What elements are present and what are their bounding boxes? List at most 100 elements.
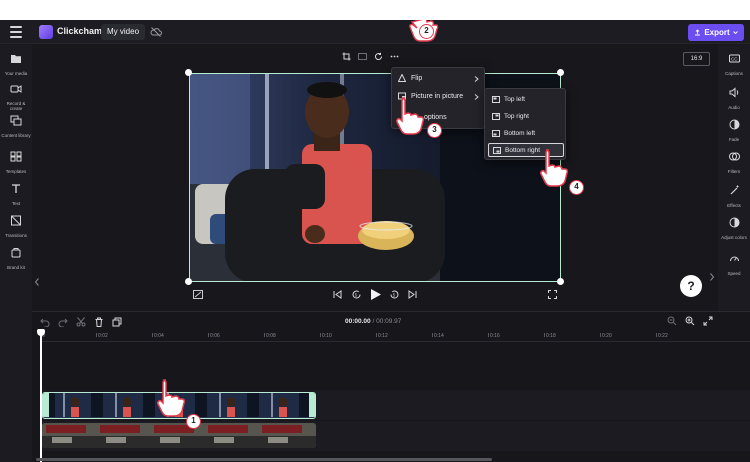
pip-top-left-icon [492,95,500,103]
video-clip-background[interactable] [42,423,316,448]
sidebar-item-speed[interactable]: Speed [718,253,750,276]
ruler-tick: 0:02 [96,333,108,339]
sidebar-item-label: Brand kit [7,265,25,270]
chevron-down-icon [732,31,738,35]
export-label: Export [704,28,730,37]
flip-icon [398,74,406,82]
sidebar-item-label: Effects [727,203,741,208]
pip-option-top-left[interactable]: Top left [488,92,564,106]
ruler-tick: 0:12 [376,333,388,339]
sidebar-item-label: Templates [5,169,27,174]
aspect-ratio-button[interactable]: 16:9 [683,52,710,66]
transitions-icon [11,215,21,226]
sidebar-item-label: Your media [4,71,28,76]
library-icon [10,115,22,126]
fit-timeline-icon[interactable] [703,316,713,326]
current-time: 00:00.00 [345,318,371,325]
pip-bottom-left-icon [492,129,500,137]
undo-icon[interactable] [40,317,50,327]
redo-icon[interactable] [58,317,68,327]
clip-thumbnails [42,423,316,448]
export-button[interactable]: Export [688,24,744,41]
collapse-left-icon[interactable] [34,277,40,287]
timeline-ruler[interactable]: 0 0:02 0:04 0:06 0:08 0:10 0:12 0:14 0:1… [40,332,750,342]
play-icon[interactable] [370,288,382,301]
pip-option-label: Top right [504,112,529,120]
step-badge-4: 4 [569,180,584,195]
more-options-button[interactable] [388,50,400,62]
editor-window: Clickchamp My video Export Your media Re… [0,20,750,462]
sidebar-item-record-create[interactable]: Record & create [0,83,32,111]
sidebar-item-adjust-colors[interactable]: Adjust colors [718,217,750,240]
pip-option-label: Bottom right [505,146,541,154]
delete-icon[interactable] [94,317,104,327]
skip-forward-icon[interactable] [408,290,417,299]
captions-icon: CC [728,54,740,63]
duplicate-icon[interactable] [112,317,122,327]
rotate-button[interactable] [372,50,384,62]
timeline-scrollbar[interactable] [36,458,492,461]
sidebar-item-text[interactable]: Text [0,183,32,206]
fullscreen-icon[interactable] [548,290,557,299]
collapse-right-icon[interactable] [709,272,715,282]
zoom-controls [667,316,713,326]
menu-item-flip[interactable]: Flip [398,74,422,82]
sidebar-item-captions[interactable]: CC Captions [718,53,750,76]
hide-preview-icon[interactable] [193,290,203,299]
sidebar-item-effects[interactable]: Effects [718,185,750,208]
svg-text:CC: CC [731,57,738,62]
ruler-tick: 0:10 [320,333,332,339]
hand-cursor-icon [396,97,425,135]
rotate-icon [374,52,382,60]
cloud-off-icon[interactable] [150,26,162,38]
sidebar-item-label: Speed [727,271,741,276]
sidebar-item-templates[interactable]: Templates [0,151,32,174]
fit-icon [357,52,367,60]
sidebar-item-label: Fade [728,137,740,142]
chevron-right-icon [474,76,479,82]
hamburger-menu-icon[interactable] [10,26,22,38]
pip-top-right-icon [492,112,500,120]
clip-trim-handle-left[interactable] [43,393,49,417]
adjust-colors-icon [729,217,739,228]
crop-button[interactable] [340,50,352,62]
skip-back-icon[interactable] [333,290,342,299]
project-name-field[interactable]: My video [101,24,146,40]
zoom-in-icon[interactable] [685,316,695,326]
resize-handle-top-left[interactable] [185,69,192,76]
app-logo-icon [39,25,53,39]
svg-text:5: 5 [355,293,358,298]
sidebar-item-label: Record & create [6,101,26,111]
sidebar-item-fade[interactable]: Fade [718,119,750,142]
split-scissors-icon[interactable] [76,317,86,327]
resize-handle-bottom-left[interactable] [185,278,192,285]
timeline-panel: 00:00.00 / 00:09.97 0 0:02 0:04 0:06 0:0… [32,311,750,462]
rewind-5-icon[interactable]: 5 [351,289,362,300]
pip-option-bottom-left[interactable]: Bottom left [488,126,564,140]
sidebar-item-brand-kit[interactable]: Brand kit [0,247,32,270]
sidebar-item-filters[interactable]: Filters [718,151,750,174]
total-time: 00:09.97 [376,318,402,325]
clip-trim-handle-right[interactable] [309,393,315,417]
pip-bottom-right-icon [493,146,501,154]
resize-handle-top-right[interactable] [557,69,564,76]
resize-handle-bottom-right[interactable] [557,278,564,285]
sidebar-item-content-library[interactable]: Content library [0,115,32,138]
playhead[interactable] [37,329,45,462]
sidebar-item-label: Captions [725,71,743,76]
zoom-out-icon[interactable] [667,316,677,326]
menu-item-label: Flip [411,74,423,82]
fit-button[interactable] [356,50,368,62]
sidebar-item-audio[interactable]: Audio [718,87,750,110]
help-button[interactable]: ? [680,275,702,297]
pip-option-top-right[interactable]: Top right [488,109,564,123]
sidebar-item-your-media[interactable]: Your media [0,53,32,76]
ruler-tick: 0:22 [656,333,668,339]
fade-icon [729,119,739,130]
timecode-display: 00:00.00 / 00:09.97 [345,318,401,325]
sidebar-item-transitions[interactable]: Transitions [0,215,32,238]
ruler-tick: 0:06 [208,333,220,339]
chevron-right-icon [474,94,479,100]
brand-kit-icon [11,248,21,258]
forward-5-icon[interactable]: 5 [389,289,400,300]
